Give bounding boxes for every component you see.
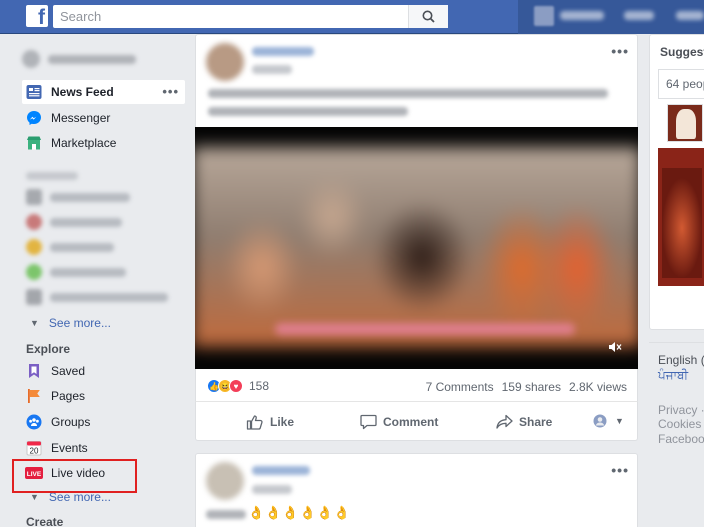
people-count: 64 peop (666, 77, 704, 91)
home-link-blurred[interactable] (624, 11, 654, 20)
left-sidebar: News Feed ••• Messenger Marketplace ▼ Se… (0, 34, 195, 527)
suggested-page-thumbnail[interactable] (667, 104, 703, 142)
views-count: 2.8K views (568, 380, 627, 394)
messenger-icon (25, 109, 43, 127)
share-audience-selector[interactable]: ▼ (593, 414, 624, 428)
love-reaction-icon: ♥ (229, 379, 243, 393)
share-icon (496, 414, 513, 429)
sidebar-item-news-feed[interactable]: News Feed ••• (22, 80, 185, 104)
shortcut-item[interactable] (26, 188, 130, 206)
footer-privacy-link[interactable]: Privacy · (658, 403, 704, 417)
groups-icon (25, 413, 43, 431)
post-timestamp-blurred[interactable] (252, 485, 292, 494)
shortcut-item[interactable] (26, 213, 122, 231)
like-button[interactable]: Like (246, 414, 294, 430)
comment-icon (360, 414, 377, 430)
shares-count-link[interactable]: 159 shares (502, 380, 561, 394)
reactions-summary[interactable]: 👍 😆 ♥ 158 (207, 379, 269, 393)
language-punjabi-link[interactable]: ਪੰਜਾਬੀ (658, 368, 688, 383)
footer-facebook-text: Faceboo (658, 432, 704, 446)
post-options-button[interactable]: ••• (611, 43, 629, 59)
pages-icon (25, 387, 43, 405)
news-feed-options-button[interactable]: ••• (162, 84, 179, 99)
share-button[interactable]: Share (496, 414, 552, 430)
like-icon (246, 415, 263, 430)
sidebar-item-label: Messenger (51, 111, 111, 125)
language-english-link[interactable]: English ( (658, 353, 704, 367)
profile-avatar[interactable] (534, 6, 554, 26)
sidebar-item-pages[interactable]: Pages (22, 384, 85, 408)
shortcut-item[interactable] (26, 238, 114, 256)
search-bar[interactable] (53, 5, 448, 28)
post-action-bar: Like Comment Share ▼ (195, 401, 638, 441)
post-stats-bar: 👍 😆 ♥ 158 7 Comments 159 shares 2.8K vie… (195, 369, 638, 401)
shortcut-item[interactable] (26, 263, 126, 281)
marketplace-icon (25, 134, 43, 152)
profile-name-blurred[interactable] (560, 11, 604, 20)
explore-heading: Explore (26, 342, 71, 356)
events-date-badge: 20 (30, 447, 39, 456)
post-author-name-blurred[interactable] (252, 466, 310, 475)
facebook-logo[interactable]: f (26, 5, 48, 27)
chevron-down-icon: ▼ (30, 492, 39, 502)
news-feed-icon (25, 83, 43, 101)
post-text-blurred (208, 89, 608, 98)
sidebar-item-events[interactable]: 20 Events (22, 436, 88, 460)
footer-cookies-link[interactable]: Cookies (658, 417, 701, 431)
sidebar-item-label: News Feed (51, 85, 114, 99)
sidebar-profile[interactable] (22, 50, 136, 68)
find-friends-blurred[interactable] (676, 11, 704, 20)
see-more-label: See more... (48, 316, 111, 330)
sidebar-item-label: Events (51, 441, 88, 455)
post-author-name-blurred[interactable] (252, 47, 314, 56)
share-label: Share (519, 415, 553, 429)
suggested-page-cover-image[interactable] (658, 148, 704, 286)
post-text-blurred (208, 107, 408, 116)
sidebar-item-messenger[interactable]: Messenger (22, 106, 110, 130)
reaction-count: 158 (249, 379, 270, 393)
sidebar-item-saved[interactable]: Saved (22, 359, 85, 383)
sidebar-item-label: Saved (51, 364, 86, 378)
sidebar-item-marketplace[interactable]: Marketplace (22, 131, 116, 155)
chevron-down-icon: ▼ (30, 318, 39, 328)
sidebar-profile-name-blurred (48, 54, 136, 64)
search-icon (422, 10, 435, 23)
shortcuts-heading-blurred (26, 172, 78, 180)
top-navigation-bar: f (0, 0, 704, 34)
events-icon: 20 (25, 439, 43, 457)
sidebar-item-label: Groups (51, 415, 91, 429)
post-author-avatar[interactable] (206, 43, 244, 81)
shortcuts-see-more-link[interactable]: ▼ See more... (30, 316, 111, 330)
live-video-highlight (12, 459, 137, 493)
post-author-avatar[interactable] (206, 462, 244, 500)
video-thumbnail-blurred (195, 147, 638, 347)
sidebar-avatar (22, 50, 40, 68)
avatar-small-icon (593, 414, 607, 428)
post-emoji-line: 👌👌👌👌👌👌 (248, 505, 352, 520)
shortcut-item[interactable] (26, 288, 168, 306)
post-video[interactable] (195, 127, 638, 369)
mute-icon[interactable] (608, 341, 622, 356)
saved-icon (25, 362, 43, 380)
search-button[interactable] (408, 5, 448, 28)
feed-post: ••• (195, 34, 638, 128)
suggested-title: Suggest (660, 45, 704, 59)
video-caption-blurred (275, 323, 575, 335)
post-options-button[interactable]: ••• (611, 462, 629, 478)
post-timestamp-blurred[interactable] (252, 65, 292, 74)
comment-button[interactable]: Comment (360, 414, 438, 430)
sidebar-item-label: Pages (51, 389, 86, 403)
create-heading: Create (26, 515, 64, 527)
comment-label: Comment (383, 415, 439, 429)
like-label: Like (270, 415, 295, 429)
comments-count-link[interactable]: 7 Comments (426, 380, 494, 394)
sidebar-item-groups[interactable]: Groups (22, 410, 90, 434)
chevron-down-icon: ▼ (615, 416, 624, 426)
sidebar-item-label: Marketplace (51, 136, 117, 150)
feed-post: ••• 👌👌👌👌👌👌 (195, 453, 638, 527)
search-input[interactable] (53, 5, 408, 28)
post-text-blurred (206, 510, 246, 519)
